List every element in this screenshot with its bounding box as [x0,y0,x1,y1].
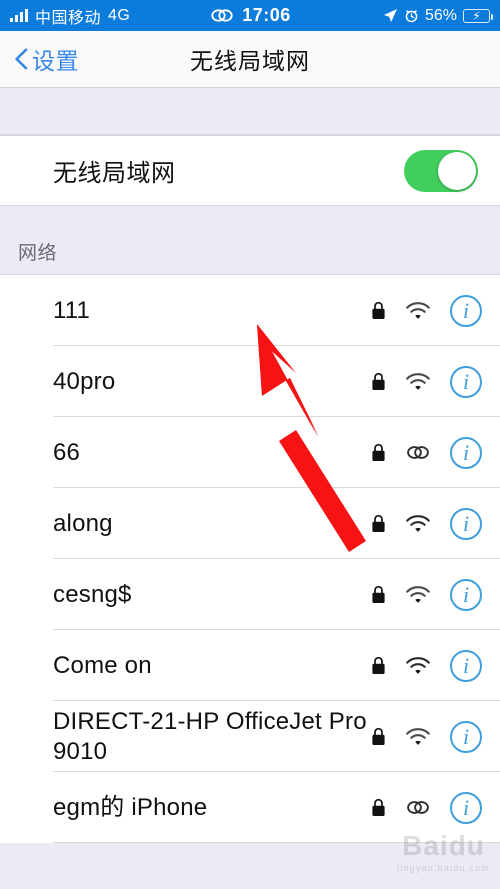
table-row[interactable]: DIRECT-21-HP OfficeJet Pro 9010 i [0,701,500,772]
iphone-screen: 中国移动 4G 17:06 56% ⚡ 设置 无线局域网 无线局域网 网络 11… [0,0,500,889]
back-button-label: 设置 [32,48,79,74]
personal-hotspot-icon [407,801,429,814]
row-icons: i [371,436,482,469]
network-ssid: 40pro [53,367,116,395]
battery-icon: ⚡ [463,8,493,23]
lock-icon [372,585,385,603]
wifi-icon [406,656,430,674]
networks-section-header: 网络 [0,206,500,274]
charging-bolt-icon: ⚡ [472,8,481,23]
info-icon[interactable]: i [450,294,482,327]
lock-icon [372,727,385,745]
lock-icon [372,301,385,319]
wifi-toggle-label: 无线局域网 [53,160,176,187]
info-icon[interactable]: i [450,365,482,398]
personal-hotspot-icon [211,9,233,22]
row-icons: i [371,791,482,824]
network-ssid: 111 [53,296,91,324]
row-icons: i [371,507,482,540]
lock-icon [372,514,385,532]
info-icon[interactable]: i [450,791,482,824]
network-ssid: 66 [53,438,81,466]
wifi-toggle-row[interactable]: 无线局域网 [0,136,500,205]
info-icon[interactable]: i [450,578,482,611]
signal-bars-icon [10,9,28,22]
network-ssid: DIRECT-21-HP OfficeJet Pro 9010 [53,708,367,765]
wifi-icon [406,301,430,319]
top-spacer [0,88,500,135]
status-bar-right: 56% ⚡ [383,6,493,25]
chevron-left-icon [15,48,28,70]
lock-icon [372,656,385,674]
carrier-label: 中国移动 [35,9,102,27]
network-list: 111 i 40pro i 66 i along i cesng$ i Come… [0,274,500,843]
lock-icon [372,798,385,816]
personal-hotspot-icon [407,446,429,459]
row-icons: i [371,365,482,398]
info-icon[interactable]: i [450,507,482,540]
table-row[interactable]: Come on i [0,630,500,701]
location-arrow-icon [383,8,398,23]
wifi-icon [406,372,430,390]
row-icons: i [371,294,482,327]
wifi-icon [406,585,430,603]
status-bar: 中国移动 4G 17:06 56% ⚡ [0,0,500,31]
table-row[interactable]: egm的 iPhone i [0,772,500,843]
table-row[interactable]: along i [0,488,500,559]
back-button[interactable]: 设置 [0,42,79,76]
network-type-label: 4G [108,6,131,24]
table-row[interactable]: 66 i [0,417,500,488]
navigation-bar: 设置 无线局域网 [0,31,500,88]
wifi-toggle-switch[interactable] [404,149,478,192]
wifi-toggle-card: 无线局域网 [0,135,500,206]
info-icon[interactable]: i [450,649,482,682]
settings-content: 无线局域网 网络 111 i 40pro i 66 i along i cesn… [0,88,500,843]
wifi-icon [406,514,430,532]
lock-icon [372,372,385,390]
clock-label: 17:06 [242,5,291,25]
network-ssid: along [53,509,113,537]
battery-percent-label: 56% [424,6,457,24]
table-row[interactable]: 111 i [0,275,500,346]
row-icons: i [371,578,482,611]
lock-icon [372,443,385,461]
watermark-url: jingyan.baidu.com [397,863,490,873]
network-ssid: egm的 iPhone [53,793,208,821]
wifi-icon [406,727,430,745]
status-bar-left: 中国移动 4G [10,4,130,28]
network-ssid: Come on [53,651,152,679]
network-ssid: cesng$ [53,580,132,608]
table-row[interactable]: 40pro i [0,346,500,417]
row-icons: i [371,649,482,682]
alarm-clock-icon [405,10,418,23]
row-icons: i [371,720,482,753]
info-icon[interactable]: i [450,436,482,469]
table-row[interactable]: cesng$ i [0,559,500,630]
wifi-toggle-knob [438,151,476,190]
info-icon[interactable]: i [450,720,482,753]
